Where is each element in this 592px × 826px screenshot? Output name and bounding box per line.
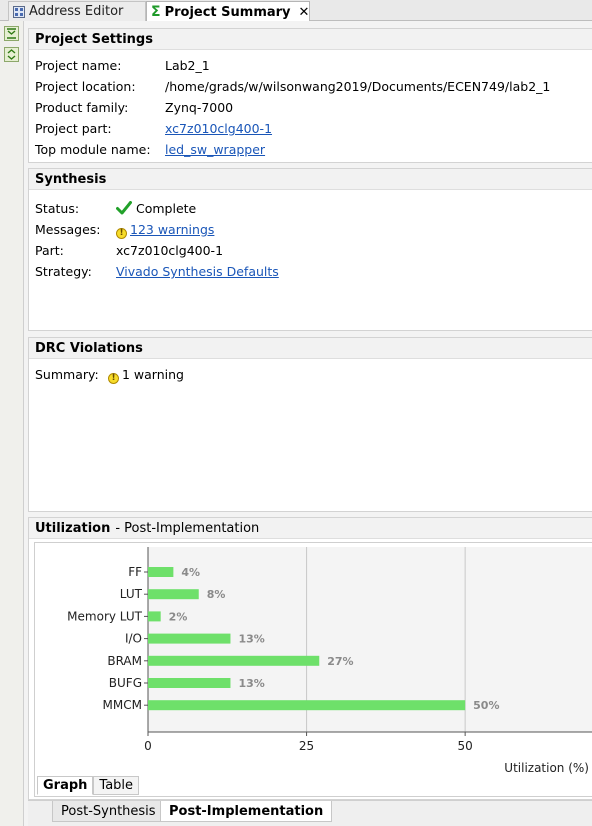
- value-label: 27%: [327, 655, 353, 668]
- warning-icon: !: [108, 373, 119, 384]
- bar-memory-lut: [148, 611, 161, 622]
- project-part-label: Project part:: [35, 121, 112, 136]
- synthesis-status-value: Complete: [136, 201, 197, 216]
- category-label: LUT: [120, 587, 143, 601]
- x-tick-label: 0: [144, 739, 152, 753]
- value-label: 8%: [207, 588, 226, 601]
- category-label: BUFG: [109, 676, 142, 690]
- product-family-label: Product family:: [35, 100, 129, 115]
- synthesis-strategy-label: Strategy:: [35, 264, 92, 279]
- sigma-icon: Σ: [151, 4, 161, 20]
- bar-mmcm: [148, 700, 466, 711]
- address-editor-icon: [13, 5, 25, 18]
- left-toolbar: [0, 21, 24, 826]
- utilization-chart: 0 25 50 FF 4% LUT 8% Memory LUT 2% I/O 13% BRAM 27% B…: [67, 547, 592, 775]
- drc-summary: ! 1 warning: [108, 367, 184, 384]
- x-axis-title: Utilization (%): [504, 761, 589, 775]
- category-label: I/O: [125, 632, 142, 646]
- synthesis-warnings-link[interactable]: 123 warnings: [130, 222, 214, 237]
- synthesis-status: Complete: [116, 201, 196, 216]
- synthesis-status-label: Status:: [35, 201, 80, 216]
- bar-bram: [148, 655, 320, 666]
- project-settings-panel: Project Settings Project name: Lab2_1 Pr…: [28, 28, 592, 163]
- value-label: 50%: [473, 699, 499, 712]
- category-label: MMCM: [103, 698, 142, 712]
- project-part-link[interactable]: xc7z010clg400-1: [165, 121, 272, 136]
- drc-header: DRC Violations: [29, 338, 592, 359]
- expand-all-icon[interactable]: [4, 47, 19, 62]
- tab-project-summary[interactable]: Σ Project Summary ✕: [146, 1, 310, 22]
- collapse-all-icon[interactable]: [4, 26, 19, 41]
- tab-address-editor[interactable]: Address Editor: [8, 1, 146, 21]
- tab-table[interactable]: Table: [93, 776, 140, 795]
- summary-content: Project Settings Project name: Lab2_1 Pr…: [24, 21, 592, 826]
- drc-violations-panel: DRC Violations Summary: ! 1 warning: [28, 337, 592, 512]
- project-settings-header: Project Settings: [29, 29, 592, 50]
- project-location-label: Project location:: [35, 79, 136, 94]
- category-label: BRAM: [107, 654, 142, 668]
- category-label: FF: [128, 565, 142, 579]
- value-label: 2%: [169, 610, 188, 623]
- bar-bufg: [148, 678, 231, 688]
- synthesis-part-label: Part:: [35, 243, 64, 258]
- warning-icon: !: [116, 228, 127, 239]
- synthesis-messages-label: Messages:: [35, 222, 101, 237]
- tab-post-implementation[interactable]: Post-Implementation: [160, 801, 333, 822]
- drc-summary-label: Summary:: [35, 367, 99, 382]
- drc-summary-value: 1 warning: [122, 367, 184, 382]
- bottom-tab-bar: Post-Synthesis Post-Implementation: [28, 800, 592, 826]
- utilization-subtitle: - Post-Implementation: [115, 520, 260, 536]
- synthesis-strategy-link[interactable]: Vivado Synthesis Defaults: [116, 264, 279, 279]
- product-family-value: Zynq-7000: [165, 100, 234, 115]
- synthesis-panel: Synthesis Status: Complete Messages: ! 12…: [28, 168, 592, 331]
- utilization-header: Utilization - Post-Implementation: [29, 518, 592, 539]
- synthesis-messages: ! 123 warnings: [116, 222, 214, 239]
- value-label: 13%: [238, 677, 264, 690]
- project-name-label: Project name:: [35, 58, 122, 73]
- tab-graph[interactable]: Graph: [37, 776, 94, 795]
- synthesis-part-value: xc7z010clg400-1: [116, 243, 224, 258]
- tab-label: Address Editor: [29, 4, 124, 19]
- project-location-value: /home/grads/w/wilsonwang2019/Documents/E…: [165, 79, 551, 94]
- view-tabs: Graph Table: [37, 776, 140, 795]
- bar-i-o: [148, 633, 231, 644]
- checkmark-icon: [116, 201, 132, 215]
- bar-ff: [148, 567, 174, 577]
- project-name-value: Lab2_1: [165, 58, 210, 73]
- utilization-title: Utilization: [35, 520, 111, 536]
- x-tick-label: 50: [458, 739, 473, 753]
- top-module-label: Top module name:: [35, 142, 151, 157]
- category-label: Memory LUT: [67, 609, 142, 623]
- top-module-link[interactable]: led_sw_wrapper: [165, 142, 265, 157]
- utilization-chart-box: 0 25 50 FF 4% LUT 8% Memory LUT 2% I/O 13% BRAM 27% B…: [34, 542, 592, 797]
- x-tick-label: 25: [299, 739, 314, 753]
- close-icon[interactable]: ✕: [299, 5, 310, 20]
- bar-lut: [148, 589, 199, 600]
- tab-post-synthesis[interactable]: Post-Synthesis: [52, 801, 165, 822]
- tab-label: Project Summary: [164, 4, 291, 20]
- editor-tab-bar: Address Editor Σ Project Summary ✕: [0, 0, 592, 22]
- utilization-panel: Utilization - Post-Implementation 0 25 50 F…: [28, 517, 592, 800]
- value-label: 4%: [181, 566, 200, 579]
- value-label: 13%: [238, 633, 264, 646]
- synthesis-header: Synthesis: [29, 169, 592, 190]
